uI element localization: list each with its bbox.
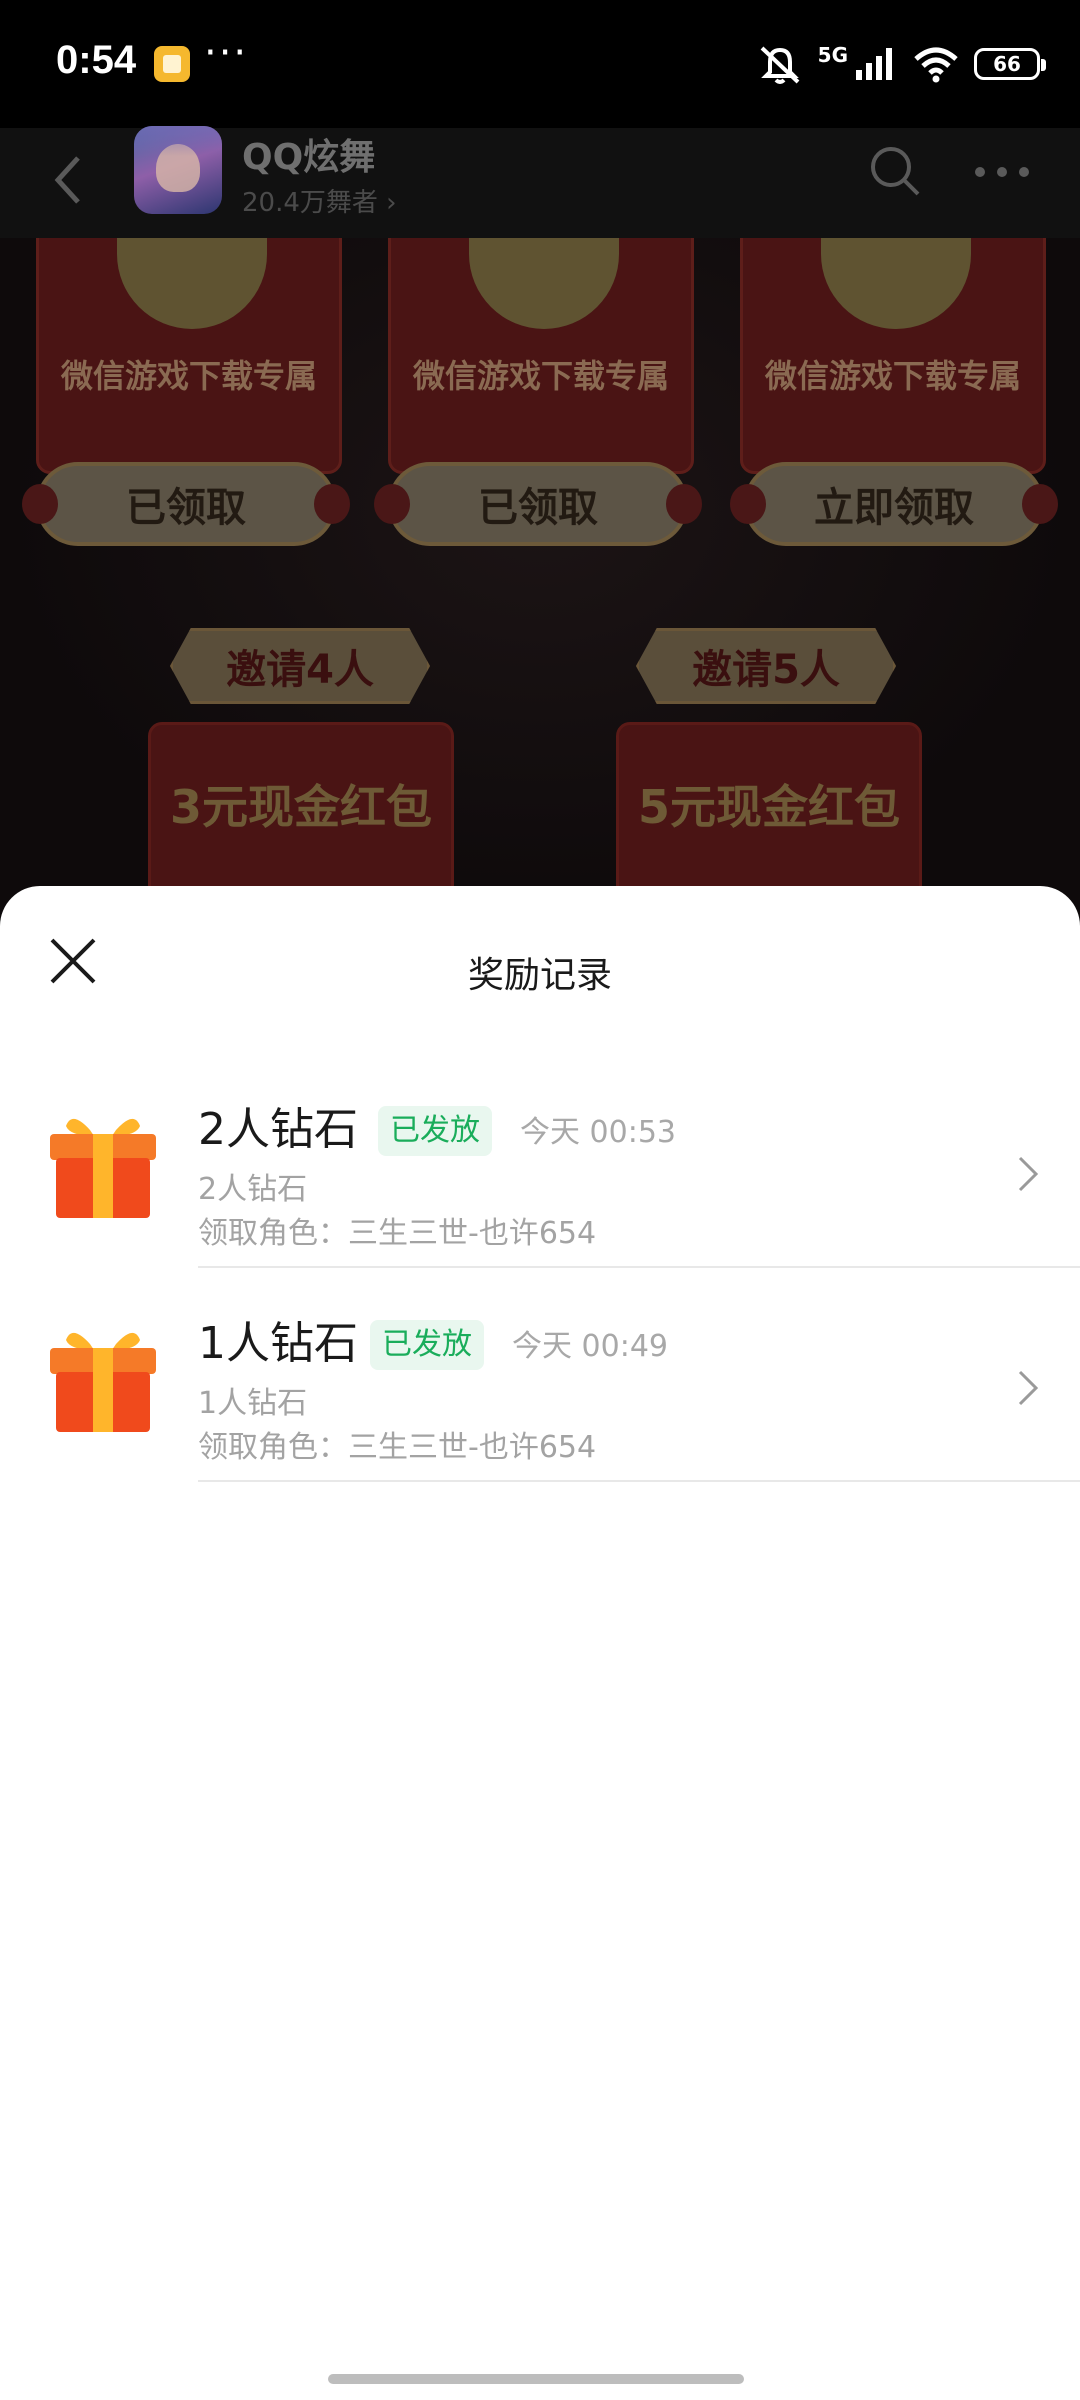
search-icon[interactable] — [866, 142, 924, 200]
reward-card: 微信游戏下载专属 — [388, 238, 694, 474]
app-avatar[interactable] — [134, 126, 222, 214]
app-fans-count[interactable]: 20.4万舞者 › — [242, 182, 397, 219]
battery-indicator: 66 — [974, 48, 1046, 80]
record-time: 今天 00:53 — [520, 1115, 676, 1150]
record-role: 领取角色：三生三世-也许654 — [198, 1216, 597, 1251]
status-bar: 0:54 ··· 5G 66 — [0, 0, 1080, 128]
sheet-header: 奖励记录 — [0, 886, 1080, 1056]
record-time: 今天 00:49 — [512, 1329, 668, 1364]
network-type: 5G — [817, 43, 848, 67]
signal-icon — [856, 48, 892, 80]
more-notifications-icon: ··· — [204, 30, 249, 76]
card-label: 微信游戏下载专属 — [412, 357, 669, 395]
card-label: 微信游戏下载专属 — [60, 357, 317, 395]
invite-banner: 邀请4人 — [170, 628, 430, 704]
game-logo — [117, 238, 267, 329]
more-options-icon[interactable] — [970, 152, 1034, 192]
back-icon[interactable] — [40, 150, 100, 210]
game-logo — [821, 238, 971, 329]
home-indicator[interactable] — [328, 2374, 744, 2384]
claimed-button: 已领取 — [22, 462, 350, 546]
record-role: 领取角色：三生三世-也许654 — [198, 1430, 597, 1465]
gift-icon — [50, 1118, 156, 1218]
invite-banner: 邀请5人 — [636, 628, 896, 704]
card-label: 微信游戏下载专属 — [764, 357, 1021, 395]
record-subtitle: 2人钻石 — [198, 1172, 308, 1207]
reward-card: 微信游戏下载专属 — [740, 238, 1046, 474]
record-subtitle: 1人钻石 — [198, 1386, 308, 1421]
mute-icon — [760, 46, 800, 84]
app-name[interactable]: QQ炫舞 — [242, 128, 375, 180]
status-icons: 5G 66 — [756, 40, 1046, 88]
row-divider — [198, 1480, 1080, 1482]
wifi-icon — [914, 47, 958, 83]
red-packet-label: 3元现金红包 — [169, 780, 432, 834]
chevron-right-icon — [1018, 1156, 1039, 1192]
status-badge: 已发放 — [370, 1320, 484, 1370]
status-time: 0:54 — [56, 38, 137, 82]
record-title: 2人钻石 — [198, 1104, 358, 1155]
chevron-right-icon — [1018, 1370, 1039, 1406]
game-logo — [469, 238, 619, 329]
reward-records-sheet: 奖励记录 2人钻石 已发放 今天 00:53 2人钻石 领取角色：三生三世-也许… — [0, 886, 1080, 2400]
claimed-button: 已领取 — [374, 462, 702, 546]
notification-app-icon — [154, 46, 190, 82]
sheet-title: 奖励记录 — [467, 955, 612, 996]
record-title: 1人钻石 — [198, 1318, 358, 1369]
reward-record-row[interactable]: 2人钻石 已发放 今天 00:53 2人钻石 领取角色：三生三世-也许654 — [0, 1054, 1080, 1268]
status-badge: 已发放 — [378, 1106, 492, 1156]
red-packet-label: 5元现金红包 — [637, 780, 900, 834]
claim-now-button: 立即领取 — [730, 462, 1058, 546]
gift-icon — [50, 1332, 156, 1432]
reward-record-row[interactable]: 1人钻石 已发放 今天 00:49 1人钻石 领取角色：三生三世-也许654 — [0, 1268, 1080, 1482]
background-page: 微信游戏下载专属 微信游戏下载专属 微信游戏下载专属 已领取 已领取 立即领取 … — [0, 238, 1080, 918]
reward-card: 微信游戏下载专属 — [36, 238, 342, 474]
